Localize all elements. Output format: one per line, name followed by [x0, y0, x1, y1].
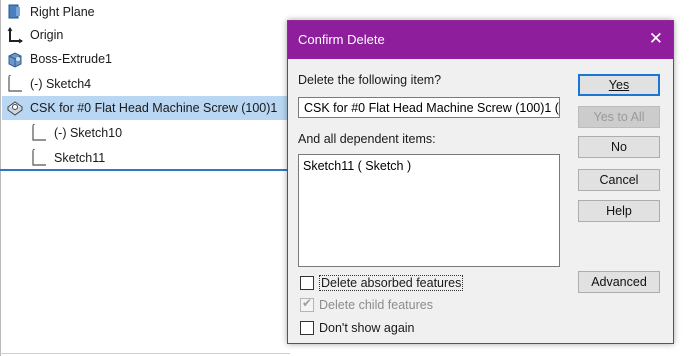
plane-icon — [6, 3, 24, 21]
tree-divider — [0, 353, 290, 354]
delete-item-field[interactable]: CSK for #0 Flat Head Machine Screw (100)… — [298, 97, 560, 118]
no-button-label: No — [611, 140, 627, 154]
tree-border — [0, 0, 1, 356]
checkbox-box[interactable] — [300, 276, 314, 290]
dont-show-again-checkbox[interactable]: Don't show again — [300, 321, 415, 335]
cancel-button-label: Cancel — [599, 173, 639, 187]
tree-item-sketch4[interactable]: (-) Sketch4 — [6, 72, 91, 96]
checkbox-label: Delete absorbed features — [319, 275, 464, 291]
cancel-button[interactable]: Cancel — [578, 169, 660, 191]
sketch-icon — [30, 148, 48, 167]
origin-icon — [6, 26, 24, 44]
help-button[interactable]: Help — [578, 200, 660, 222]
tree-item-csk-hole[interactable]: CSK for #0 Flat Head Machine Screw (100)… — [2, 96, 290, 120]
hole-wizard-icon — [6, 99, 24, 117]
tree-item-label: Boss-Extrude1 — [30, 52, 112, 66]
delete-child-checkbox[interactable]: ✔ Delete child features — [300, 296, 433, 312]
dependent-items-list[interactable]: Sketch11 ( Sketch ) — [298, 154, 560, 267]
checkbox-box[interactable] — [300, 321, 314, 335]
check-icon: ✔ — [302, 296, 313, 310]
extrude-icon — [6, 50, 24, 68]
yes-to-all-button[interactable]: Yes to All — [578, 106, 660, 128]
feature-tree: Right Plane Origin Boss-Extrude1 (-) Ske… — [0, 0, 290, 356]
tree-item-sketch11[interactable]: Sketch11 — [30, 146, 105, 170]
tree-item-label: Sketch11 — [54, 151, 106, 165]
yes-button-label: Yes — [608, 78, 630, 92]
no-button[interactable]: No — [578, 136, 660, 158]
delete-item-label: Delete the following item? — [298, 73, 442, 87]
checkbox-label: Don't show again — [319, 321, 415, 335]
tree-item-label: (-) Sketch10 — [54, 126, 123, 140]
confirm-delete-dialog: Confirm Delete ✕ Delete the following it… — [287, 20, 674, 344]
yes-to-all-button-label: Yes to All — [593, 110, 645, 124]
dependent-items-label: And all dependent items: — [298, 132, 436, 146]
tree-item-sketch10[interactable]: (-) Sketch10 — [30, 121, 122, 145]
tree-item-label: CSK for #0 Flat Head Machine Screw (100)… — [30, 101, 278, 115]
rollback-bar[interactable] — [0, 169, 290, 171]
dialog-titlebar[interactable]: Confirm Delete ✕ — [288, 21, 673, 59]
help-button-label: Help — [606, 204, 632, 218]
sketch-icon — [6, 74, 24, 93]
yes-button[interactable]: Yes — [578, 74, 660, 96]
tree-item-label: (-) Sketch4 — [30, 77, 92, 91]
close-icon[interactable]: ✕ — [649, 29, 663, 49]
list-item[interactable]: Sketch11 ( Sketch ) — [303, 159, 411, 173]
tree-item-origin[interactable]: Origin — [6, 23, 63, 47]
tree-item-right-plane[interactable]: Right Plane — [6, 0, 95, 24]
tree-item-boss-extrude1[interactable]: Boss-Extrude1 — [6, 47, 112, 71]
advanced-button[interactable]: Advanced — [578, 271, 660, 293]
checkbox-box[interactable]: ✔ — [300, 296, 314, 312]
tree-item-label: Origin — [30, 28, 64, 42]
sketch-icon — [30, 123, 48, 142]
checkbox-label: Delete child features — [319, 298, 433, 312]
dialog-title: Confirm Delete — [298, 32, 385, 47]
tree-item-label: Right Plane — [30, 5, 95, 19]
advanced-button-label: Advanced — [591, 275, 647, 289]
delete-absorbed-checkbox[interactable]: Delete absorbed features — [300, 275, 464, 291]
